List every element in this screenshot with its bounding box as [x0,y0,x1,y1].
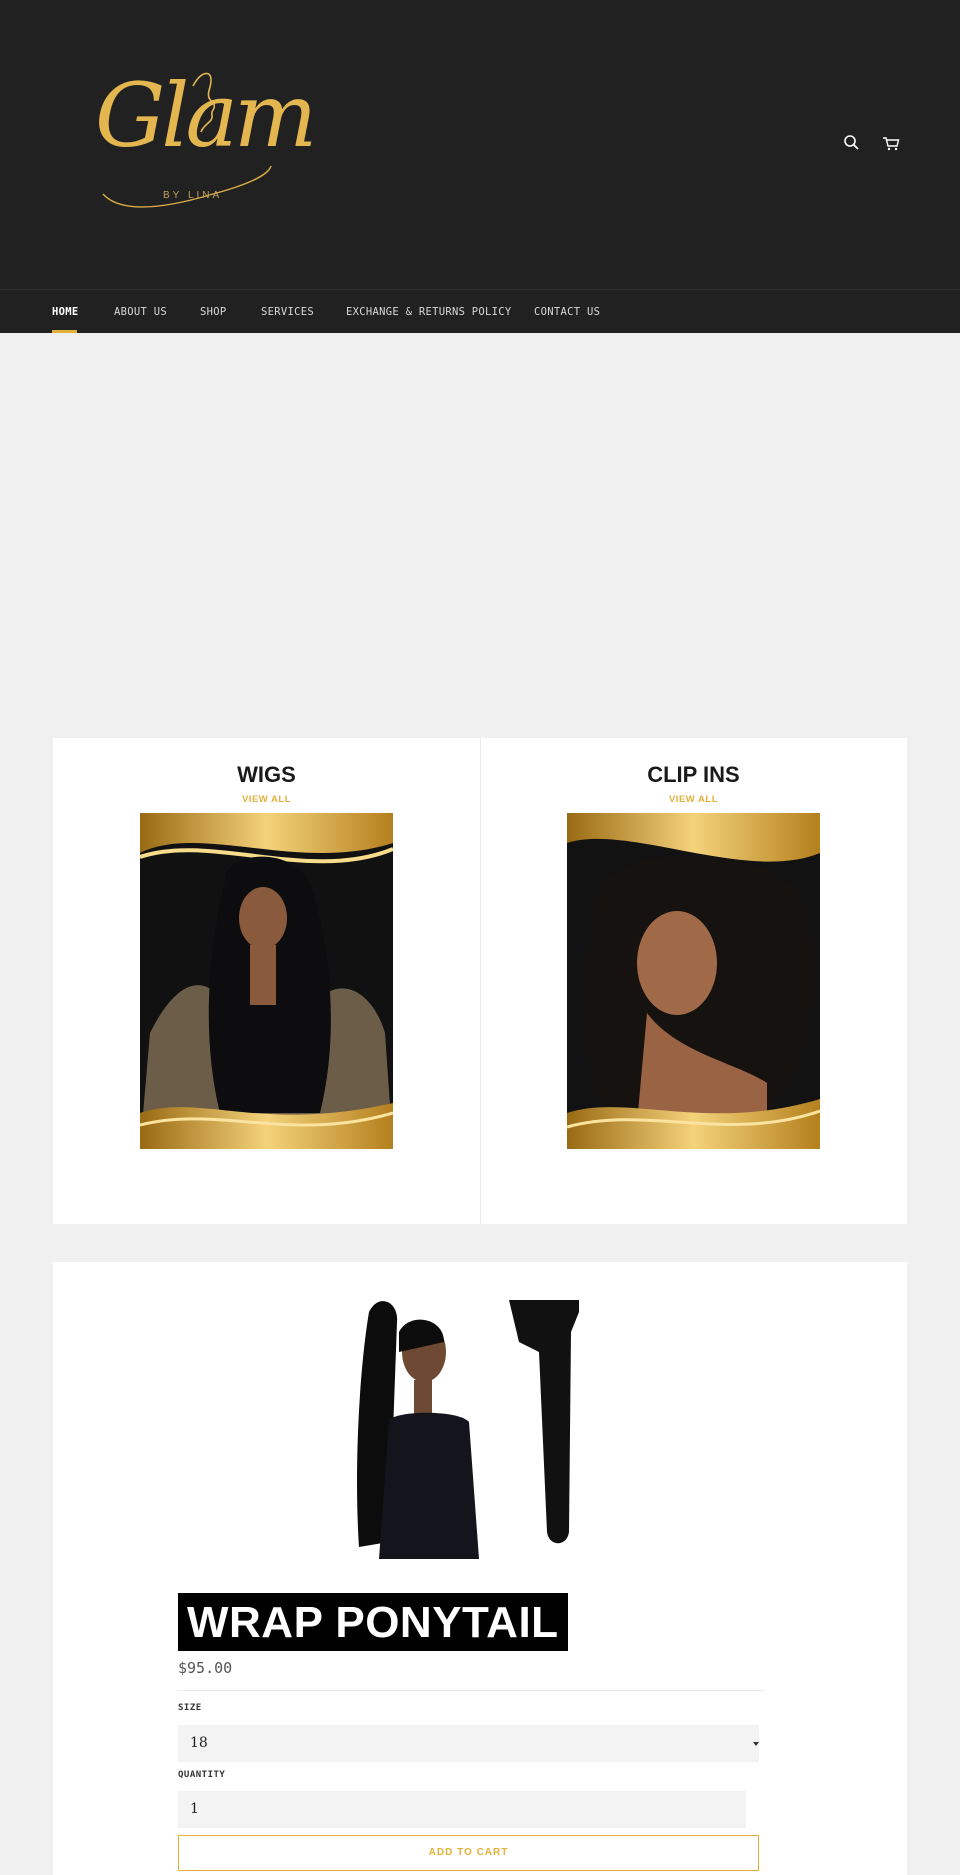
collection-image-clip-ins[interactable] [567,813,820,1149]
logo-wordmark: Glam [95,64,317,167]
search-icon[interactable] [841,132,863,154]
quantity-label: QUANTITY [178,1770,226,1780]
collection-card-clip-ins[interactable]: CLIP INS VIEW ALL [480,738,907,1224]
collection-grid: WIGS VIEW ALL CLIP INS VIEW ALL [53,738,907,1224]
logo-subtext: BY LINA [163,190,223,201]
site-header: Glam BY LINA [0,0,960,289]
add-to-cart-button[interactable]: ADD TO CART [178,1835,759,1871]
view-all-link[interactable]: VIEW ALL [480,794,907,805]
size-select-value: 18 [190,1735,208,1751]
featured-product: WRAP PONYTAIL $95.00 SIZE 18 QUANTITY 1 … [53,1262,907,1875]
size-select[interactable]: 18 [178,1725,759,1762]
collection-title[interactable]: CLIP INS [480,762,907,788]
collection-title[interactable]: WIGS [53,762,480,788]
product-image[interactable] [339,1292,599,1559]
product-title: WRAP PONYTAIL [178,1593,568,1651]
nav-item-home[interactable]: HOME [52,306,79,318]
collection-image-wigs[interactable] [140,813,393,1149]
nav-item-services[interactable]: SERVICES [261,306,314,318]
site-logo[interactable]: Glam BY LINA [93,66,317,216]
product-price: $95.00 [178,1659,233,1677]
main-nav: HOME ABOUT US SHOP SERVICES EXCHANGE & R… [0,289,960,333]
size-label: SIZE [178,1703,202,1713]
collection-card-wigs[interactable]: WIGS VIEW ALL [53,738,480,1224]
nav-active-indicator [52,330,77,333]
price-divider [178,1690,764,1691]
cart-icon[interactable] [880,132,902,154]
quantity-input[interactable]: 1 [178,1791,746,1828]
nav-item-contact-us[interactable]: CONTACT US [534,306,600,318]
nav-item-exchange-returns[interactable]: EXCHANGE & RETURNS POLICY [346,306,512,318]
nav-item-shop[interactable]: SHOP [200,306,227,318]
nav-item-about-us[interactable]: ABOUT US [114,306,167,318]
chevron-down-icon [753,1742,759,1746]
view-all-link[interactable]: VIEW ALL [53,794,480,805]
